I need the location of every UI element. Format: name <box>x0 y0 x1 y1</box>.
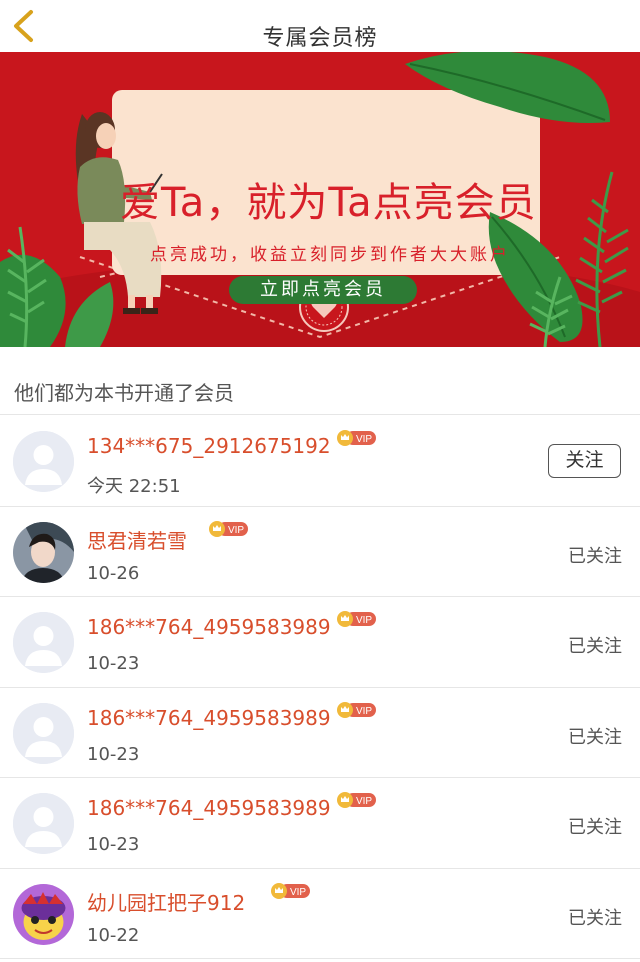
member-row[interactable]: 幼儿园扛把子912 VIP 10-22 已关注 <box>0 869 640 959</box>
vip-badge-icon: VIP <box>337 701 376 718</box>
member-name[interactable]: 186***764_4959583989 <box>87 615 331 639</box>
member-row[interactable]: 186***764_4959583989 VIP 10-23 已关注 <box>0 597 640 688</box>
default-avatar-icon[interactable] <box>13 431 74 492</box>
member-name[interactable]: 186***764_4959583989 <box>87 706 331 730</box>
cartoon-avatar[interactable] <box>13 883 74 945</box>
member-name[interactable]: 186***764_4959583989 <box>87 796 331 820</box>
section-title: 他们都为本书开通了会员 <box>14 381 234 405</box>
top-bar: 专属会员榜 <box>0 0 640 52</box>
banner-subtitle: 点亮成功，收益立刻同步到作者大大账户 <box>150 245 510 265</box>
followed-label[interactable]: 已关注 <box>568 813 622 839</box>
svg-text:VIP: VIP <box>356 615 372 626</box>
page-title: 专属会员榜 <box>262 26 378 51</box>
member-date: 10-23 <box>87 653 140 674</box>
followed-label[interactable]: 已关注 <box>568 723 622 749</box>
followed-label[interactable]: 已关注 <box>568 632 622 658</box>
promo-banner[interactable]: 爱Ta，就为Ta点亮会员 点亮成功，收益立刻同步到作者大大账户 立即点亮会员 <box>0 52 640 347</box>
member-row[interactable]: 思君清若雪 VIP 10-26 已关注 <box>0 507 640 597</box>
svg-text:VIP: VIP <box>228 525 244 536</box>
member-row[interactable]: 186***764_4959583989 VIP 10-23 已关注 <box>0 778 640 869</box>
svg-text:VIP: VIP <box>356 706 372 717</box>
banner-title: 爱Ta，就为Ta点亮会员 <box>120 180 537 226</box>
follow-button[interactable]: 关注 <box>548 444 621 478</box>
photo-avatar[interactable] <box>13 521 74 583</box>
vip-badge-icon: VIP <box>209 520 248 537</box>
section-header: 他们都为本书开通了会员 <box>0 347 640 415</box>
vip-badge-icon: VIP <box>271 882 310 899</box>
member-date: 10-23 <box>87 743 140 765</box>
vip-badge-icon: VIP <box>337 611 376 627</box>
svg-text:VIP: VIP <box>290 887 306 898</box>
followed-label[interactable]: 已关注 <box>568 542 622 568</box>
member-date: 今天 22:51 <box>87 476 181 497</box>
vip-badge-icon: VIP <box>337 430 376 446</box>
vip-badge-icon: VIP <box>337 792 376 808</box>
member-name[interactable]: 134***675_2912675192 <box>87 434 331 458</box>
member-name[interactable]: 幼儿园扛把子912 <box>87 887 245 916</box>
member-date: 10-22 <box>87 924 140 946</box>
member-row[interactable]: 186***764_4959583989 VIP 10-23 已关注 <box>0 688 640 778</box>
svg-text:VIP: VIP <box>356 434 372 445</box>
member-list: 134***675_2912675192 VIP 今天 22:51 关注 思君清… <box>0 416 640 959</box>
member-name[interactable]: 思君清若雪 <box>87 525 187 554</box>
default-avatar-icon[interactable] <box>13 702 74 764</box>
default-avatar-icon[interactable] <box>13 612 74 673</box>
svg-text:VIP: VIP <box>356 796 372 807</box>
member-date: 10-26 <box>87 562 140 584</box>
default-avatar-icon[interactable] <box>13 793 74 854</box>
activate-membership-button[interactable]: 立即点亮会员 <box>229 276 417 304</box>
member-row[interactable]: 134***675_2912675192 VIP 今天 22:51 关注 <box>0 416 640 507</box>
followed-label[interactable]: 已关注 <box>568 904 622 930</box>
member-date: 10-23 <box>87 834 140 855</box>
